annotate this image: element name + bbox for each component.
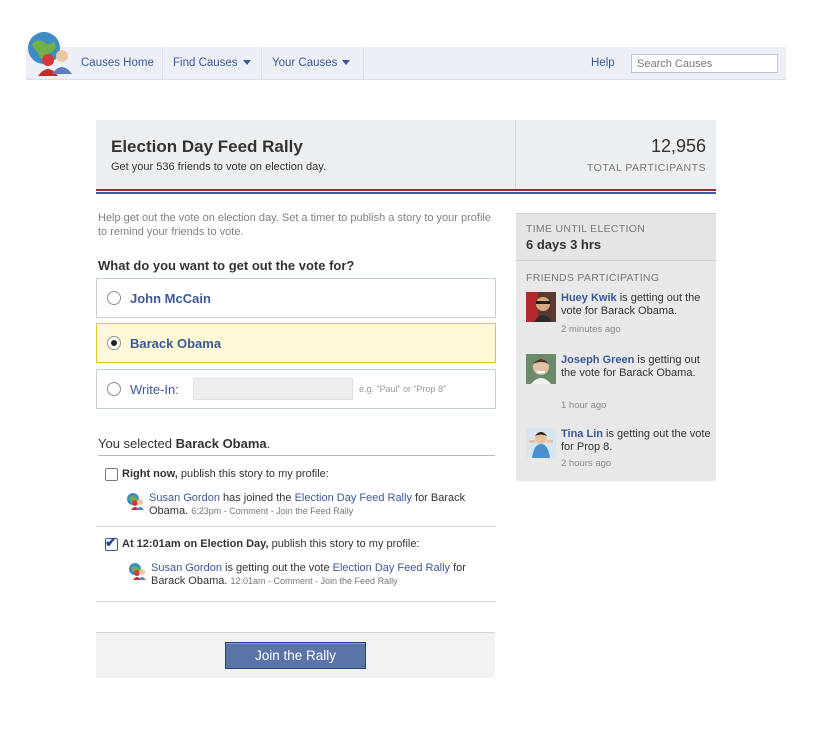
causes-logo-icon[interactable] — [26, 30, 76, 80]
friend-text: Joseph Green is getting out the vote for… — [561, 354, 711, 380]
avatar[interactable] — [526, 354, 556, 384]
header-info: Election Day Feed Rally Get your 536 fri… — [96, 120, 516, 190]
story-comment-link[interactable]: Comment — [274, 576, 313, 586]
nav-divider — [162, 47, 163, 79]
radio-barack-obama[interactable] — [107, 336, 121, 350]
chevron-down-icon — [342, 60, 351, 65]
friend-text: Huey Kwik is getting out the vote for Ba… — [561, 292, 711, 318]
timer-label: TIME UNTIL ELECTION — [526, 223, 646, 235]
story-rally-link[interactable]: Election Day Feed Rally — [333, 562, 450, 574]
header-stripes — [96, 189, 716, 194]
publish-now-checkbox[interactable] — [105, 468, 118, 481]
search-input[interactable] — [631, 54, 778, 73]
friend-time: 2 minutes ago — [561, 324, 621, 335]
nav-causes-home[interactable]: Causes Home — [81, 47, 154, 79]
selected-suffix: . — [266, 436, 271, 451]
election-timer: TIME UNTIL ELECTION 6 days 3 hrs — [516, 214, 716, 261]
story-sep: - — [265, 576, 274, 586]
divider — [96, 601, 496, 602]
story-verb: is getting out the vote — [221, 562, 333, 574]
friend-time: 2 hours ago — [561, 458, 612, 469]
selected-prefix: You selected — [98, 436, 176, 451]
chevron-down-icon — [242, 60, 251, 65]
option-write-in[interactable]: Write-In: e.g. “Paul” or “Prop 8” — [96, 369, 496, 409]
avatar[interactable] — [526, 428, 556, 458]
story-preview: Susan Gordon is getting out the vote Ele… — [128, 562, 488, 588]
nav-your-causes[interactable]: Your Causes — [272, 47, 351, 79]
story-author-link[interactable]: Susan Gordon — [149, 492, 220, 504]
story-rally-link[interactable]: Election Day Feed Rally — [295, 492, 412, 504]
publish-election-day-rest: publish this story to my profile: — [268, 538, 420, 550]
story-time: 6:23pm — [191, 506, 222, 516]
join-bar: Join the Rally — [96, 632, 495, 678]
friend-name-link[interactable]: Tina Lin — [561, 428, 603, 440]
story-join-link[interactable]: Join the Feed Rally — [276, 506, 353, 516]
friend-text: Tina Lin is getting out the vote for Pro… — [561, 428, 711, 454]
page-title: Election Day Feed Rally — [111, 137, 303, 156]
story-sep: - — [312, 576, 321, 586]
selected-name: Barack Obama — [175, 436, 267, 451]
publish-election-day-bold: At 12:01am on Election Day, — [122, 538, 269, 550]
friend-name-link[interactable]: Joseph Green — [561, 354, 634, 366]
divider — [96, 526, 496, 527]
write-in-input[interactable] — [193, 378, 353, 400]
story-comment-link[interactable]: Comment — [229, 506, 268, 516]
story-icon — [126, 492, 144, 510]
join-rally-button[interactable]: Join the Rally — [225, 642, 366, 669]
option-label: Barack Obama — [130, 336, 222, 351]
friend-name-link[interactable]: Huey Kwik — [561, 292, 617, 304]
participant-count-label: TOTAL PARTICIPANTS — [586, 162, 706, 174]
avatar[interactable] — [526, 292, 556, 322]
selected-summary: You selected Barack Obama. — [98, 436, 495, 456]
nav-find-causes-label: Find Causes — [173, 57, 238, 69]
nav-divider — [261, 47, 262, 79]
sidebar: TIME UNTIL ELECTION 6 days 3 hrs FRIENDS… — [516, 213, 716, 481]
radio-write-in[interactable] — [107, 382, 121, 396]
rally-header: Election Day Feed Rally Get your 536 fri… — [96, 120, 716, 190]
friend-time: 1 hour ago — [561, 400, 607, 411]
friends-label: FRIENDS PARTICIPATING — [526, 272, 660, 284]
story-preview: Susan Gordon has joined the Election Day… — [126, 492, 486, 518]
participant-count: 12,956 — [650, 136, 706, 156]
nav-help[interactable]: Help — [591, 47, 615, 79]
top-nav: Causes Home Find Causes Your Causes Help — [26, 32, 786, 80]
publish-now-label: Right now, publish this story to my prof… — [122, 468, 329, 480]
vote-question: What do you want to get out the vote for… — [98, 258, 355, 273]
story-author-link[interactable]: Susan Gordon — [151, 562, 222, 574]
timer-value: 6 days 3 hrs — [526, 237, 602, 252]
story-join-link[interactable]: Join the Feed Rally — [321, 576, 398, 586]
story-icon — [128, 562, 146, 580]
option-barack-obama[interactable]: Barack Obama — [96, 323, 496, 363]
publish-now-rest: publish this story to my profile: — [177, 468, 329, 480]
write-in-hint: e.g. “Paul” or “Prop 8” — [359, 384, 447, 394]
nav-divider — [363, 47, 364, 79]
radio-john-mccain[interactable] — [107, 291, 121, 305]
publish-now-bold: Right now, — [122, 468, 178, 480]
option-label: John McCain — [130, 291, 211, 306]
publish-election-day-label: At 12:01am on Election Day, publish this… — [122, 538, 420, 550]
checkmark-icon: ✔ — [105, 534, 117, 550]
publish-election-day-checkbox[interactable]: ✔ — [105, 534, 118, 551]
nav-find-causes[interactable]: Find Causes — [173, 47, 251, 79]
option-john-mccain[interactable]: John McCain — [96, 278, 496, 318]
intro-text: Help get out the vote on election day. S… — [98, 212, 491, 238]
story-verb: has joined the — [219, 492, 295, 504]
nav-your-causes-label: Your Causes — [272, 57, 338, 69]
page-subtitle: Get your 536 friends to vote on election… — [111, 161, 327, 173]
story-time: 12:01am — [230, 576, 266, 586]
option-label: Write-In: — [130, 382, 179, 397]
